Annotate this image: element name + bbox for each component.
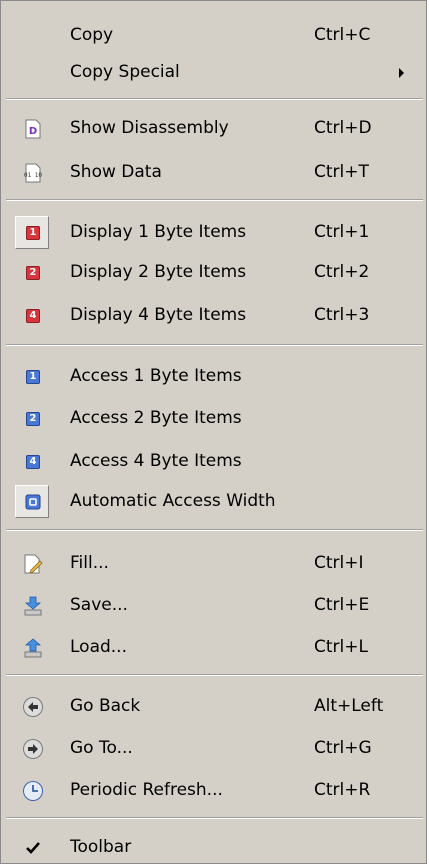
menu-item-fill[interactable]: Fill... Ctrl+I — [1, 546, 428, 582]
fill-icon — [23, 554, 43, 574]
menu-item-go-back[interactable]: Go Back Alt+Left — [1, 689, 428, 725]
menu-item-shortcut: Alt+Left — [314, 696, 384, 716]
badge-4: 4 — [26, 455, 40, 469]
menu-separator — [6, 817, 423, 819]
menu-item-access-4-byte[interactable]: 4 Access 4 Byte Items — [1, 444, 428, 480]
menu-item-shortcut: Ctrl+I — [314, 553, 364, 573]
display-1-byte-icon: 1 — [23, 223, 43, 243]
menu-item-label: Load... — [70, 637, 127, 657]
menu-item-automatic-access-width[interactable]: Automatic Access Width — [1, 484, 428, 520]
go-to-icon — [23, 739, 43, 759]
go-back-icon — [23, 697, 43, 717]
menu-separator — [6, 98, 423, 100]
disassembly-glyph: D — [29, 126, 37, 137]
access-4-byte-icon: 4 — [23, 452, 43, 472]
icon-frame: 1 — [15, 216, 49, 249]
menu-item-shortcut: Ctrl+E — [314, 595, 370, 615]
menu-item-shortcut: Ctrl+C — [314, 25, 371, 45]
badge-1: 1 — [26, 370, 40, 384]
badge-4: 4 — [26, 309, 40, 323]
context-menu: Copy Ctrl+C Copy Special D Show Disassem… — [0, 0, 427, 864]
menu-item-label: Go Back — [70, 696, 141, 716]
access-2-byte-icon: 2 — [23, 409, 43, 429]
display-2-byte-icon: 2 — [23, 263, 43, 283]
menu-item-label: Display 4 Byte Items — [70, 305, 247, 325]
menu-item-display-1-byte[interactable]: 1 Display 1 Byte Items Ctrl+1 — [1, 215, 428, 251]
access-1-byte-icon: 1 — [23, 367, 43, 387]
menu-item-show-disassembly[interactable]: D Show Disassembly Ctrl+D — [1, 111, 428, 147]
menu-item-shortcut: Ctrl+R — [314, 780, 371, 800]
menu-item-shortcut: Ctrl+T — [314, 162, 369, 182]
menu-item-label: Access 4 Byte Items — [70, 451, 242, 471]
display-4-byte-icon: 4 — [23, 306, 43, 326]
menu-item-go-to[interactable]: Go To... Ctrl+G — [1, 731, 428, 767]
periodic-refresh-icon — [23, 781, 43, 801]
checkmark-icon — [23, 838, 43, 858]
submenu-arrow-icon — [399, 68, 404, 78]
menu-item-label: Access 2 Byte Items — [70, 408, 242, 428]
menu-item-label: Fill... — [70, 553, 109, 573]
menu-item-toolbar[interactable]: Toolbar — [1, 830, 428, 866]
menu-item-label: Access 1 Byte Items — [70, 366, 242, 386]
auto-access-width-icon — [23, 492, 43, 512]
menu-item-shortcut: Ctrl+G — [314, 738, 372, 758]
menu-item-shortcut: Ctrl+3 — [314, 305, 370, 325]
menu-separator — [6, 344, 423, 346]
menu-item-show-data[interactable]: 01 10 Show Data Ctrl+T — [1, 155, 428, 191]
menu-item-label: Display 1 Byte Items — [70, 222, 247, 242]
menu-item-label: Copy — [70, 25, 114, 45]
badge-2: 2 — [26, 266, 40, 280]
menu-item-shortcut: Ctrl+D — [314, 118, 372, 138]
data-glyph: 01 10 — [24, 172, 42, 179]
menu-item-display-2-byte[interactable]: 2 Display 2 Byte Items Ctrl+2 — [1, 255, 428, 291]
menu-item-label: Automatic Access Width — [70, 491, 276, 511]
data-icon: 01 10 — [23, 163, 43, 183]
badge-2: 2 — [26, 412, 40, 426]
menu-item-label: Go To... — [70, 738, 133, 758]
menu-item-access-1-byte[interactable]: 1 Access 1 Byte Items — [1, 359, 428, 395]
menu-item-label: Show Data — [70, 162, 162, 182]
badge-1: 1 — [26, 226, 40, 240]
menu-separator — [6, 199, 423, 201]
disassembly-icon: D — [23, 119, 43, 139]
menu-separator — [6, 674, 423, 676]
menu-item-label: Copy Special — [70, 62, 180, 82]
menu-item-label: Show Disassembly — [70, 118, 229, 138]
menu-item-access-2-byte[interactable]: 2 Access 2 Byte Items — [1, 401, 428, 437]
menu-item-load[interactable]: Load... Ctrl+L — [1, 630, 428, 666]
menu-item-label: Toolbar — [70, 837, 132, 857]
menu-item-label: Periodic Refresh... — [70, 780, 223, 800]
menu-item-shortcut: Ctrl+L — [314, 637, 368, 657]
save-icon — [23, 596, 43, 616]
menu-item-copy[interactable]: Copy Ctrl+C — [1, 18, 428, 54]
load-icon — [23, 638, 43, 658]
menu-item-display-4-byte[interactable]: 4 Display 4 Byte Items Ctrl+3 — [1, 298, 428, 334]
icon-frame — [15, 485, 49, 518]
menu-item-shortcut: Ctrl+1 — [314, 222, 370, 242]
menu-item-label: Display 2 Byte Items — [70, 262, 247, 282]
menu-item-shortcut: Ctrl+2 — [314, 262, 370, 282]
menu-item-copy-special[interactable]: Copy Special — [1, 55, 428, 91]
menu-item-label: Save... — [70, 595, 128, 615]
menu-item-save[interactable]: Save... Ctrl+E — [1, 588, 428, 624]
menu-item-periodic-refresh[interactable]: Periodic Refresh... Ctrl+R — [1, 773, 428, 809]
menu-separator — [6, 529, 423, 531]
